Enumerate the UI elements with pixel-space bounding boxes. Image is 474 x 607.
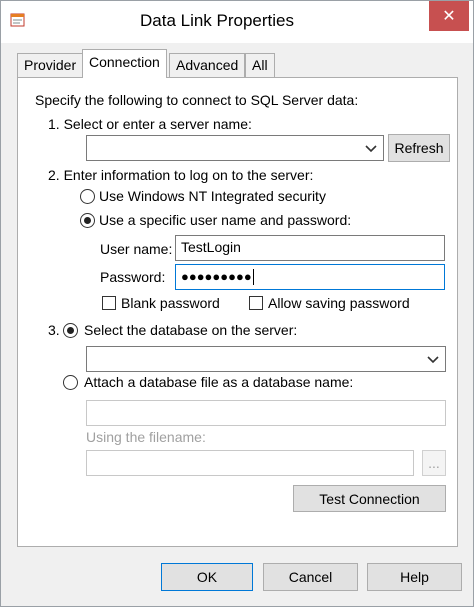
text-caret (252, 269, 254, 286)
tab-label: Connection (89, 54, 160, 70)
password-masked-value: ●●●●●●●●● (181, 269, 252, 284)
connection-panel: Specify the following to connect to SQL … (17, 77, 458, 547)
auth-windows-radio[interactable] (80, 189, 95, 204)
step3-label: 3. (48, 322, 60, 338)
help-label: Help (400, 569, 429, 585)
attach-database-label[interactable]: Attach a database file as a database nam… (84, 374, 353, 390)
window-title: Data Link Properties (139, 11, 295, 30)
chevron-down-icon[interactable] (425, 351, 441, 367)
username-value: TestLogin (181, 239, 241, 255)
filename-label: Using the filename: (86, 429, 206, 445)
allow-saving-password-checkbox[interactable] (249, 296, 263, 310)
tab-advanced[interactable]: Advanced (169, 53, 246, 77)
radio-selected-dot (84, 217, 91, 224)
chevron-down-icon[interactable] (363, 140, 379, 156)
username-input[interactable]: TestLogin (175, 235, 445, 261)
filename-input[interactable] (86, 450, 414, 476)
auth-windows-label[interactable]: Use Windows NT Integrated security (99, 188, 326, 204)
close-button[interactable]: ✕ (429, 1, 469, 31)
tab-label: All (252, 57, 268, 73)
test-connection-button[interactable]: Test Connection (293, 485, 446, 512)
cancel-button[interactable]: Cancel (263, 563, 358, 591)
database-combo[interactable] (86, 346, 446, 372)
step2-label: 2. Enter information to log on to the se… (48, 167, 314, 183)
auth-specific-label[interactable]: Use a specific user name and password: (99, 212, 351, 228)
password-label: Password: (100, 269, 166, 285)
server-name-combo[interactable] (86, 135, 384, 161)
password-input[interactable]: ●●●●●●●●● (175, 264, 445, 290)
data-link-properties-dialog: Data Link Properties ✕ Provider Connecti… (0, 0, 474, 607)
close-icon: ✕ (442, 8, 456, 25)
blank-password-label[interactable]: Blank password (121, 295, 220, 311)
attach-database-radio[interactable] (63, 375, 78, 390)
ok-label: OK (196, 569, 218, 585)
test-connection-label: Test Connection (319, 490, 420, 507)
refresh-label: Refresh (394, 140, 444, 156)
tab-all[interactable]: All (245, 53, 275, 77)
auth-specific-radio[interactable] (80, 213, 95, 228)
title-bar: Data Link Properties ✕ (1, 1, 473, 43)
help-button[interactable]: Help (367, 563, 462, 591)
tab-provider[interactable]: Provider (17, 53, 84, 77)
tab-label: Provider (24, 57, 77, 73)
cancel-label: Cancel (288, 569, 333, 585)
tab-connection[interactable]: Connection (82, 49, 167, 78)
tab-label: Advanced (176, 57, 239, 73)
refresh-button[interactable]: Refresh (388, 134, 450, 162)
select-database-label[interactable]: Select the database on the server: (84, 322, 297, 338)
browse-label: ... (428, 455, 440, 471)
intro-text: Specify the following to connect to SQL … (35, 92, 359, 108)
select-database-radio[interactable] (63, 323, 78, 338)
step1-label: 1. Select or enter a server name: (48, 116, 252, 132)
attach-database-name-input[interactable] (86, 400, 446, 426)
browse-button[interactable]: ... (422, 450, 446, 476)
radio-selected-dot (67, 327, 74, 334)
allow-saving-password-label[interactable]: Allow saving password (268, 295, 410, 311)
ok-button[interactable]: OK (161, 563, 253, 591)
username-label: User name: (100, 241, 173, 257)
blank-password-checkbox[interactable] (102, 296, 116, 310)
